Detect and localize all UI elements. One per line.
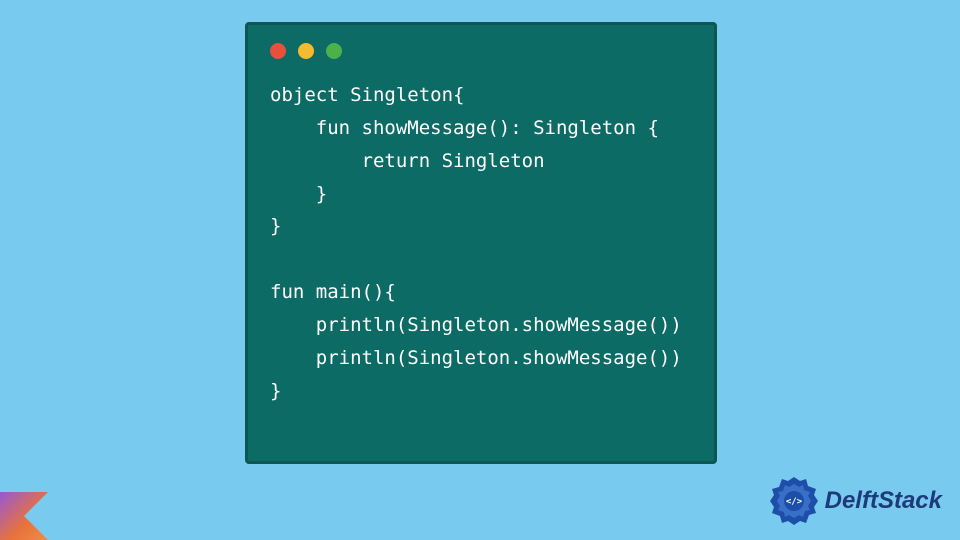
kotlin-logo-icon [0, 492, 48, 540]
brand-logo: </> DelftStack [769, 476, 942, 526]
minimize-dot-icon [298, 43, 314, 59]
maximize-dot-icon [326, 43, 342, 59]
code-window: object Singleton{ fun showMessage(): Sin… [245, 22, 717, 464]
code-block: object Singleton{ fun showMessage(): Sin… [270, 79, 692, 408]
close-dot-icon [270, 43, 286, 59]
brand-gear-icon: </> [769, 476, 819, 526]
window-controls [270, 43, 692, 59]
svg-text:</>: </> [785, 497, 802, 507]
brand-name: DelftStack [825, 487, 942, 515]
